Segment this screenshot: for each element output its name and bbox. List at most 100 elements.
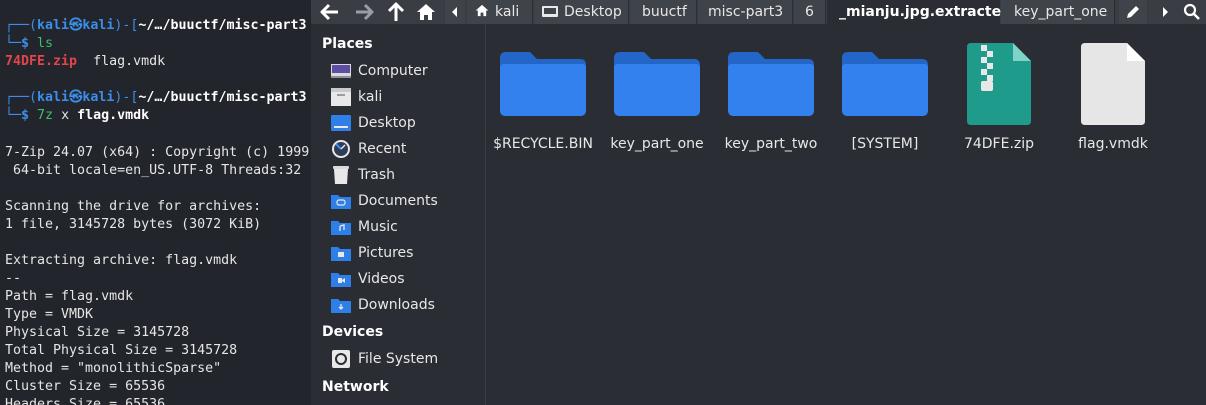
folder-documents-icon	[330, 191, 352, 211]
drive-icon	[330, 349, 352, 369]
up-button[interactable]	[381, 0, 411, 24]
sidebar-item-trash[interactable]: Trash	[330, 163, 480, 187]
sidebar-item-file-system[interactable]: File System	[330, 347, 480, 371]
prompt-at: ㉿	[69, 90, 83, 105]
prompt-decoration: )-[	[114, 18, 139, 33]
breadcrumb-desktop[interactable]: Desktop	[534, 0, 629, 24]
edit-location-button[interactable]	[1119, 0, 1147, 24]
terminal-prompt-line: ┌──(kali㉿kali)-[~/…/buuctf/misc-part3	[5, 89, 307, 107]
sidebar-item-label: Trash	[358, 167, 395, 183]
file-manager-window: kali Desktop buuctf misc-part3 6 _mianju…	[311, 0, 1206, 405]
search-button[interactable]	[1179, 0, 1205, 24]
folder-downloads-icon	[330, 295, 352, 315]
sidebar-item-computer[interactable]: Computer	[330, 59, 480, 83]
breadcrumb-kali[interactable]: kali	[467, 0, 533, 24]
sidebar-item-videos[interactable]: Videos	[330, 267, 480, 291]
sidebar-item-music[interactable]: Music	[330, 215, 480, 239]
sidebar-item-label: Music	[358, 219, 398, 235]
sidebar-item-label: Pictures	[358, 245, 414, 261]
prompt-dollar: $	[21, 36, 30, 51]
desktop-icon	[330, 113, 352, 133]
terminal-output-line: Method = "monolithicSparse"	[5, 361, 222, 376]
prompt-decoration: ┌──(	[5, 18, 38, 33]
sidebar-item-label: Computer	[358, 63, 428, 79]
ls-file-entry: flag.vmdk	[77, 54, 166, 69]
arrow-up-icon	[387, 2, 405, 21]
sidebar-item-kali[interactable]: kali	[330, 85, 480, 109]
forward-button[interactable]	[349, 0, 379, 24]
sidebar-item-documents[interactable]: Documents	[330, 189, 480, 213]
terminal-output-line: Total Physical Size = 3145728	[5, 343, 238, 358]
sidebar-item-label: Desktop	[358, 115, 416, 131]
prompt-user: kali	[37, 18, 70, 33]
breadcrumb-6[interactable]: 6	[794, 0, 826, 24]
prompt-path: ~/…/buuctf/misc-part3	[138, 18, 307, 33]
prompt-path: ~/…/buuctf/misc-part3	[138, 90, 307, 105]
file-view[interactable]: $RECYCLE.BIN key_part_one key_part_two […	[486, 24, 1206, 405]
breadcrumb-mianju-extracted[interactable]: _mianju.jpg.extracted	[827, 0, 1011, 24]
ls-zip-entry: 74DFE.zip	[5, 54, 78, 69]
back-button[interactable]	[315, 0, 345, 24]
file-item-recycle-bin[interactable]: $RECYCLE.BIN	[486, 42, 600, 172]
terminal-output-line: Extracting archive: flag.vmdk	[5, 253, 238, 268]
home-icon	[417, 4, 435, 20]
sidebar-item-recent[interactable]: Recent	[330, 137, 480, 161]
folder-icon	[714, 42, 828, 126]
file-item-key-part-one[interactable]: key_part_one	[600, 42, 714, 172]
terminal-output-line: Path = flag.vmdk	[5, 289, 134, 304]
prompt-host: kali	[82, 90, 115, 105]
file-name: key_part_two	[724, 136, 818, 152]
terminal-output-line: 74DFE.zip flag.vmdk	[5, 53, 165, 71]
terminal-output-line: --	[5, 271, 22, 286]
chevron-right-icon	[1163, 7, 1168, 17]
folder-icon	[600, 42, 714, 126]
breadcrumb-key-part-one[interactable]: key_part_one	[1001, 0, 1115, 24]
devices-heading: Devices	[322, 324, 384, 340]
sidebar-item-label: Videos	[358, 271, 405, 287]
breadcrumb-label: kali	[495, 4, 520, 20]
sidebar-item-label: kali	[358, 89, 383, 105]
file-item-system[interactable]: [SYSTEM]	[828, 42, 942, 172]
computer-icon	[330, 61, 352, 81]
generic-file-icon	[1056, 42, 1170, 126]
network-heading: Network	[322, 379, 389, 395]
arrow-left-icon	[320, 3, 338, 21]
prompt-dollar: $	[21, 108, 30, 123]
file-item-key-part-two[interactable]: key_part_two	[714, 42, 828, 172]
terminal-output-line: Scanning the drive for archives:	[5, 199, 262, 214]
breadcrumb-misc-part3[interactable]: misc-part3	[698, 0, 793, 24]
toolbar: kali Desktop buuctf misc-part3 6 _mianju…	[311, 0, 1206, 24]
file-item-flag-vmdk[interactable]: flag.vmdk	[1056, 42, 1170, 172]
pencil-icon	[1127, 6, 1139, 18]
terminal-output-line: Physical Size = 3145728	[5, 325, 190, 340]
file-item-74dfe-zip[interactable]: 74DFE.zip	[942, 42, 1056, 172]
sidebar: Places Computer kali Desktop Recent Tras…	[311, 24, 486, 405]
chevron-left-icon	[452, 7, 457, 17]
prompt-decoration: └─	[5, 36, 22, 51]
sidebar-item-desktop[interactable]: Desktop	[330, 111, 480, 135]
terminal-output-line: 7-Zip 24.07 (x64) : Copyright (c) 1999	[5, 145, 310, 160]
folder-videos-icon	[330, 269, 352, 289]
sidebar-item-pictures[interactable]: Pictures	[330, 241, 480, 265]
terminal-prompt-line: ┌──(kali㉿kali)-[~/…/buuctf/misc-part3	[5, 17, 307, 35]
home-button[interactable]	[411, 0, 441, 24]
sidebar-item-label: Documents	[358, 193, 438, 209]
crumb-scroll-left[interactable]	[445, 0, 465, 24]
terminal-window[interactable]: ┌──(kali㉿kali)-[~/…/buuctf/misc-part3 └─…	[0, 0, 311, 405]
prompt-decoration: ┌──(	[5, 90, 38, 105]
search-icon	[1183, 3, 1200, 20]
file-name: key_part_one	[610, 136, 704, 152]
terminal-output-line: 1 file, 3145728 bytes (3072 KiB)	[5, 217, 262, 232]
folder-icon	[828, 42, 942, 126]
crumb-scroll-right[interactable]	[1157, 0, 1173, 24]
sidebar-item-label: File System	[358, 351, 439, 367]
file-name: $RECYCLE.BIN	[493, 136, 593, 152]
file-name: 74DFE.zip	[963, 136, 1035, 152]
sidebar-item-downloads[interactable]: Downloads	[330, 293, 480, 317]
prompt-host: kali	[82, 18, 115, 33]
command-program: 7z	[29, 108, 54, 123]
breadcrumb-buuctf[interactable]: buuctf	[630, 0, 697, 24]
prompt-decoration: └─	[5, 108, 22, 123]
prompt-at: ㉿	[69, 18, 83, 33]
terminal-output-line: Type = VMDK	[5, 307, 94, 322]
